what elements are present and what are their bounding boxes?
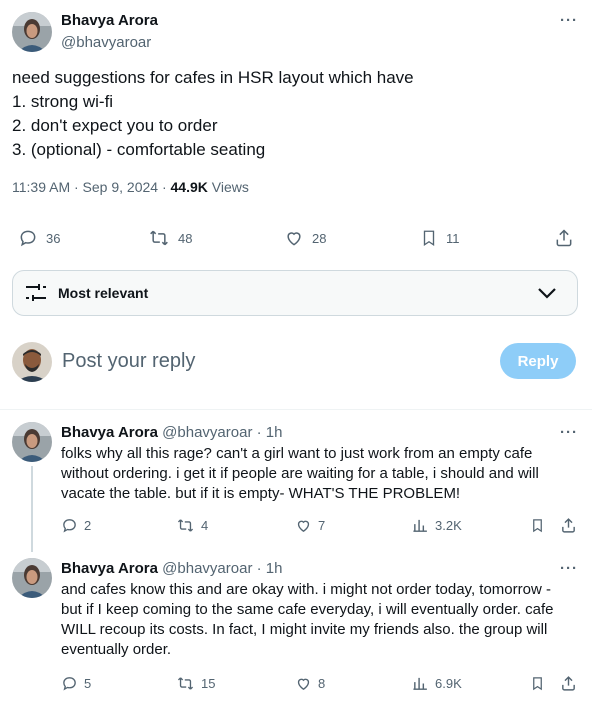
- author-handle[interactable]: @bhavyaroar: [61, 34, 151, 51]
- sort-replies-dropdown[interactable]: Most relevant: [12, 270, 578, 316]
- share-icon: [562, 518, 575, 533]
- repost-icon: [177, 519, 194, 532]
- bookmark-button[interactable]: [530, 675, 545, 692]
- sliders-icon: [26, 284, 46, 301]
- reply-header: Bhavya Arora @bhavyaroar · 1h: [61, 560, 282, 577]
- bookmark-button[interactable]: 11: [420, 228, 460, 248]
- reply-text: and cafes know this and are okay with. i…: [61, 580, 553, 660]
- like-count: 7: [318, 518, 326, 533]
- share-icon: [556, 229, 572, 247]
- tweet-line: 3. (optional) - comfortable seating: [12, 140, 266, 159]
- reply-count: 2: [84, 518, 92, 533]
- reply-line: eventually order.: [61, 641, 172, 658]
- tweet-line: 2. don't expect you to order: [12, 116, 218, 135]
- repost-count: 48: [178, 230, 193, 246]
- more-options-icon[interactable]: ···: [560, 560, 578, 577]
- sort-label: Most relevant: [58, 285, 149, 301]
- views-count: 44.9K: [170, 179, 208, 195]
- reply-meta[interactable]: @bhavyaroar · 1h: [162, 424, 282, 441]
- bar-chart-icon: [413, 677, 427, 690]
- reply-line: and cafes know this and are okay with. i…: [61, 581, 551, 598]
- bookmark-count: 11: [446, 230, 460, 246]
- share-icon: [562, 676, 575, 691]
- reply-button[interactable]: 2: [61, 517, 91, 534]
- chevron-down-icon: [538, 288, 556, 299]
- reply-line: but if I keep coming to the same cafe ev…: [61, 601, 554, 618]
- views-count: 6.9K: [435, 676, 462, 691]
- repost-icon: [150, 230, 168, 246]
- reply-count: 5: [84, 676, 92, 691]
- heart-icon: [287, 232, 301, 246]
- repost-button[interactable]: 48: [148, 228, 192, 248]
- reply-avatar[interactable]: [12, 422, 52, 462]
- repost-button[interactable]: 15: [176, 675, 215, 692]
- reply-author-name[interactable]: Bhavya Arora: [61, 424, 158, 441]
- like-button[interactable]: 7: [295, 517, 325, 534]
- reply-submit-button[interactable]: Reply: [500, 343, 576, 379]
- reply-icon: [63, 519, 76, 533]
- reply-avatar[interactable]: [12, 558, 52, 598]
- heart-icon: [297, 678, 310, 690]
- bookmark-icon: [423, 230, 435, 247]
- reply-line: folks why all this rage? can't a girl wa…: [61, 445, 533, 462]
- like-button[interactable]: 8: [295, 675, 325, 692]
- reply-button[interactable]: 36: [18, 228, 60, 248]
- repost-button[interactable]: 4: [176, 517, 208, 534]
- reply-input[interactable]: Post your reply: [62, 350, 195, 373]
- tweet-text: need suggestions for cafes in HSR layout…: [12, 66, 414, 162]
- repost-icon: [177, 677, 194, 690]
- views-button[interactable]: 6.9K: [412, 675, 462, 692]
- more-options-icon[interactable]: ···: [560, 12, 578, 29]
- author-avatar[interactable]: [12, 12, 52, 52]
- views-label: Views: [207, 179, 249, 195]
- reply-header: Bhavya Arora @bhavyaroar · 1h: [61, 424, 282, 441]
- bar-chart-icon: [413, 519, 427, 532]
- thread-line: [31, 466, 33, 552]
- share-button[interactable]: [554, 228, 574, 248]
- bookmark-button[interactable]: [530, 517, 545, 534]
- like-count: 28: [312, 230, 327, 246]
- divider: [0, 409, 592, 410]
- tweet-line: need suggestions for cafes in HSR layout…: [12, 68, 414, 87]
- repost-count: 15: [201, 676, 216, 691]
- tweet-timestamp[interactable]: 11:39 AM · Sep 9, 2024 ·: [12, 179, 171, 195]
- share-button[interactable]: [560, 517, 577, 534]
- repost-count: 4: [201, 518, 209, 533]
- tweet-line: 1. strong wi-fi: [12, 92, 114, 111]
- reply-line: WILL recoup its costs. In fact, I might …: [61, 621, 548, 638]
- like-button[interactable]: 28: [284, 228, 326, 248]
- reply-button[interactable]: 5: [61, 675, 91, 692]
- bookmark-icon: [533, 519, 542, 533]
- share-button[interactable]: [560, 675, 577, 692]
- more-options-icon[interactable]: ···: [560, 424, 578, 441]
- tweet-meta: 11:39 AM · Sep 9, 2024 · 44.9K Views: [12, 179, 249, 195]
- reply-meta[interactable]: @bhavyaroar · 1h: [162, 560, 282, 577]
- reply-icon: [63, 677, 76, 691]
- reply-line: without ordering. i get it if people are…: [61, 465, 539, 482]
- views-count: 3.2K: [435, 518, 462, 533]
- views-button[interactable]: 3.2K: [412, 517, 462, 534]
- reply-line: vacate the table. but if it is empty- WH…: [61, 485, 461, 502]
- author-name[interactable]: Bhavya Arora: [61, 12, 158, 29]
- bookmark-icon: [533, 677, 542, 691]
- heart-icon: [297, 520, 310, 532]
- reply-icon: [20, 230, 36, 247]
- current-user-avatar[interactable]: [12, 342, 52, 382]
- like-count: 8: [318, 676, 326, 691]
- reply-text: folks why all this rage? can't a girl wa…: [61, 444, 539, 504]
- reply-count: 36: [46, 230, 61, 246]
- reply-author-name[interactable]: Bhavya Arora: [61, 560, 158, 577]
